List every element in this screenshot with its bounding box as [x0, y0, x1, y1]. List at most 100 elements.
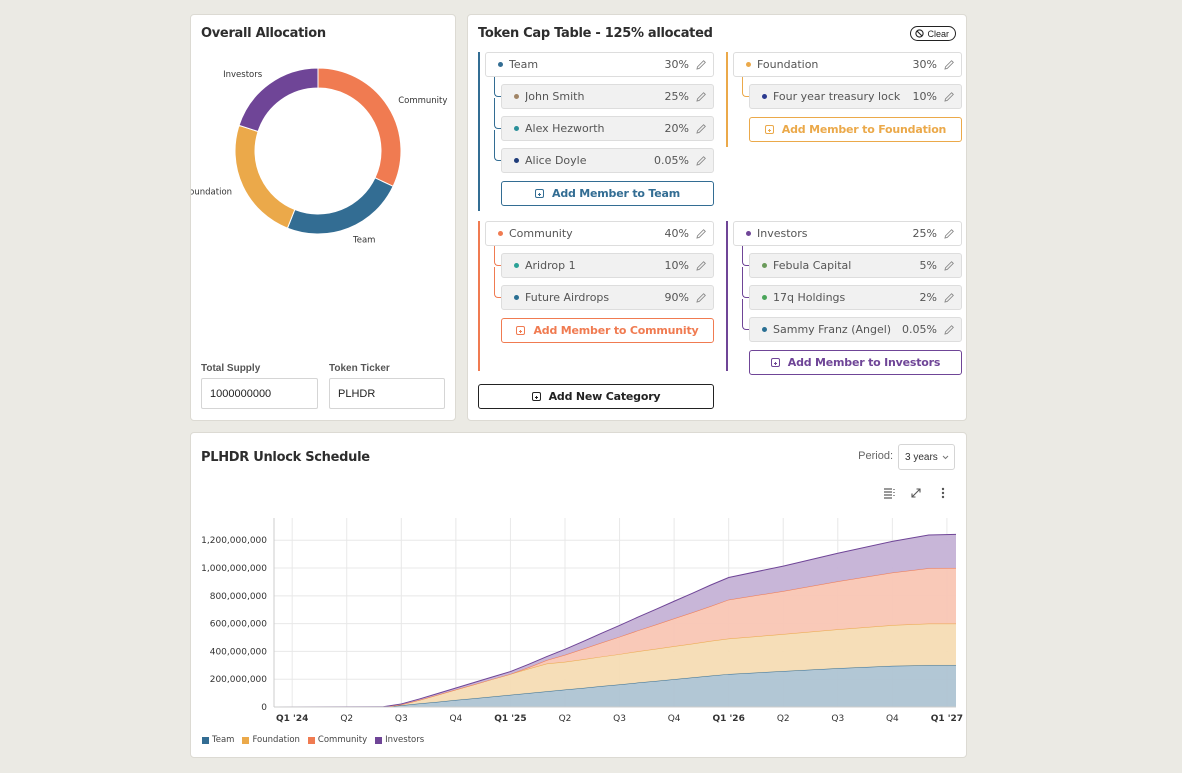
category-percent: 30%: [912, 58, 937, 71]
plus-square-icon: [764, 125, 774, 134]
category-percent: 40%: [664, 227, 689, 240]
legend-item-team[interactable]: Team: [202, 735, 234, 745]
member-dot-icon: [762, 263, 767, 268]
overall-allocation-card: Overall Allocation Community Team Foundati…: [190, 14, 456, 421]
unlock-schedule-card: PLHDR Unlock Schedule Period: 3 years 02…: [190, 432, 967, 758]
clear-icon: [915, 29, 925, 38]
total-supply-label: Total Supply: [201, 363, 261, 374]
member-name: Sammy Franz (Angel): [773, 323, 892, 336]
category-percent: 25%: [912, 227, 937, 240]
pencil-icon[interactable]: [695, 59, 707, 71]
member-percent: 90%: [664, 291, 689, 304]
token-cap-table-card: Token Cap Table - 125% allocated Clear T…: [467, 14, 967, 421]
add-member-button-foundation[interactable]: Add Member to Foundation: [749, 117, 962, 142]
y-tick-label: 200,000,000: [210, 675, 268, 685]
cap-table-title: Token Cap Table - 125% allocated: [478, 26, 713, 41]
add-new-category-button[interactable]: Add New Category: [478, 384, 714, 409]
member-row[interactable]: Alex Hezworth 20%: [501, 116, 714, 141]
member-dot-icon: [514, 94, 519, 99]
legend-swatch: [242, 736, 250, 744]
member-name: 17q Holdings: [773, 291, 846, 304]
pencil-icon[interactable]: [695, 260, 707, 272]
chart-legend: Team Foundation Community Investors: [202, 735, 424, 745]
pencil-icon[interactable]: [943, 292, 955, 304]
x-tick-label: Q4: [668, 714, 681, 724]
member-percent: 20%: [664, 122, 689, 135]
add-member-button-community[interactable]: Add Member to Community: [501, 318, 714, 343]
legend-item-community[interactable]: Community: [307, 735, 367, 745]
member-name: John Smith: [525, 90, 585, 103]
x-tick-label: Q2: [340, 714, 353, 724]
member-row[interactable]: Future Airdrops 90%: [501, 285, 714, 310]
pencil-icon[interactable]: [943, 228, 955, 240]
legend-label: Investors: [385, 735, 425, 745]
category-dot-icon: [746, 62, 751, 67]
member-row[interactable]: Alice Doyle 0.05%: [501, 148, 714, 173]
add-member-button-investors[interactable]: Add Member to Investors: [749, 350, 962, 375]
member-dot-icon: [514, 263, 519, 268]
pencil-icon[interactable]: [695, 91, 707, 103]
category-name: Foundation: [757, 58, 819, 71]
legend-item-foundation[interactable]: Foundation: [242, 735, 300, 745]
legend-item-investors[interactable]: Investors: [375, 735, 424, 745]
pencil-icon[interactable]: [695, 155, 707, 167]
category-row[interactable]: Community 40%: [485, 221, 714, 246]
member-row[interactable]: John Smith 25%: [501, 84, 714, 109]
pencil-icon[interactable]: [943, 324, 955, 336]
category-row[interactable]: Foundation 30%: [733, 52, 962, 77]
donut-label-foundation: Foundation: [191, 187, 232, 197]
member-dot-icon: [762, 295, 767, 300]
clear-button[interactable]: Clear: [910, 26, 956, 41]
member-percent: 2%: [919, 291, 937, 304]
x-tick-label: Q1 '26: [713, 714, 745, 724]
donut-slice-team[interactable]: [286, 177, 394, 235]
x-tick-label: Q4: [886, 714, 899, 724]
add-member-label: Add Member to Foundation: [781, 123, 947, 136]
category-row[interactable]: Investors 25%: [733, 221, 962, 246]
x-tick-label: Q1 '27: [931, 714, 963, 724]
pencil-icon[interactable]: [943, 260, 955, 272]
category-row[interactable]: Team 30%: [485, 52, 714, 77]
member-row[interactable]: Sammy Franz (Angel) 0.05%: [749, 317, 962, 342]
pencil-icon[interactable]: [943, 59, 955, 71]
add-member-button-team[interactable]: Add Member to Team: [501, 181, 714, 206]
category-dot-icon: [498, 231, 503, 236]
member-row[interactable]: Aridrop 1 10%: [501, 253, 714, 278]
category-name: Team: [509, 58, 539, 71]
donut-label-investors: Investors: [223, 70, 263, 80]
x-tick-label: Q2: [559, 714, 572, 724]
plus-square-icon: [535, 189, 544, 198]
member-dot-icon: [514, 126, 519, 131]
category-percent: 30%: [664, 58, 689, 71]
member-row[interactable]: Febula Capital 5%: [749, 253, 962, 278]
donut-label-team: Team: [352, 235, 375, 245]
member-row[interactable]: Four year treasury lock 10%: [749, 84, 962, 109]
pencil-icon[interactable]: [695, 123, 707, 135]
allocation-donut-chart: Community Team Foundation Investors: [191, 67, 447, 245]
category-dot-icon: [746, 231, 751, 236]
donut-slice-foundation[interactable]: [234, 124, 296, 229]
y-tick-label: 600,000,000: [210, 620, 268, 630]
pencil-icon[interactable]: [695, 228, 707, 240]
pencil-icon[interactable]: [695, 292, 707, 304]
plus-square-icon: [516, 326, 526, 335]
member-percent: 0.05%: [902, 323, 937, 336]
category-name: Investors: [757, 227, 808, 240]
member-row[interactable]: 17q Holdings 2%: [749, 285, 962, 310]
member-dot-icon: [762, 327, 767, 332]
plus-square-icon: [770, 358, 780, 367]
total-supply-input[interactable]: [201, 378, 318, 409]
add-new-category-label: Add New Category: [548, 390, 661, 403]
add-member-label: Add Member to Investors: [787, 356, 941, 369]
legend-swatch: [307, 736, 315, 744]
pencil-icon[interactable]: [943, 91, 955, 103]
unlock-schedule-chart: 0 200,000,000 400,000,000 600,000,000 800,00…: [201, 518, 963, 724]
x-tick-label: Q4: [449, 714, 462, 724]
add-member-label: Add Member to Community: [533, 324, 699, 337]
category-line: [726, 52, 728, 147]
donut-slice-community[interactable]: [317, 67, 402, 188]
token-ticker-input[interactable]: [329, 378, 445, 409]
y-tick-label: 1,000,000,000: [201, 564, 267, 574]
member-dot-icon: [514, 158, 519, 163]
legend-label: Team: [212, 735, 235, 745]
